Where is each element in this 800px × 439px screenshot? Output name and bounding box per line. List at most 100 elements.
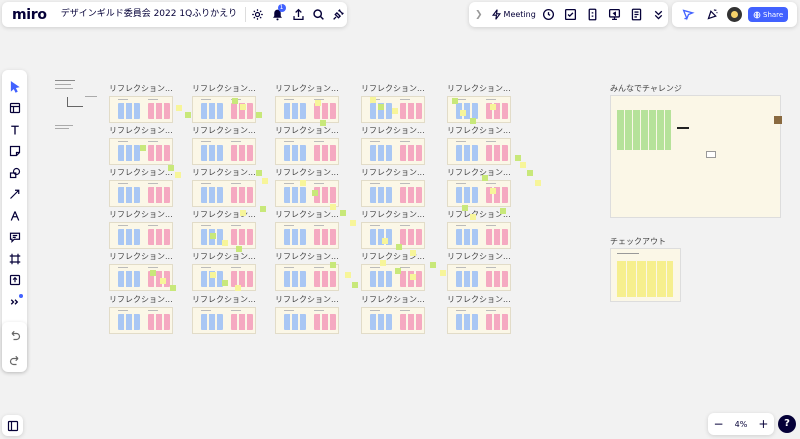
sticky-note[interactable] bbox=[315, 100, 321, 106]
sticky-note[interactable] bbox=[222, 240, 228, 246]
zoom-out-button[interactable]: − bbox=[714, 417, 724, 431]
bell-icon[interactable]: 1 bbox=[269, 4, 286, 25]
user-avatar[interactable] bbox=[727, 7, 742, 22]
text-tool-icon[interactable] bbox=[4, 119, 25, 140]
board-title[interactable]: デザインギルド委員会 2022 1Qふりかえり bbox=[61, 7, 247, 22]
sticky-note[interactable] bbox=[140, 145, 146, 151]
reflection-frame[interactable] bbox=[361, 180, 425, 207]
sticky-note[interactable] bbox=[490, 104, 496, 110]
reflection-frame[interactable] bbox=[361, 222, 425, 249]
reflection-frame[interactable] bbox=[109, 96, 173, 123]
sticky-note[interactable] bbox=[395, 268, 401, 274]
gear-icon[interactable] bbox=[249, 4, 266, 25]
upload-icon[interactable] bbox=[4, 270, 25, 291]
chevron-down-double-icon[interactable] bbox=[650, 4, 668, 25]
pen-icon[interactable] bbox=[4, 205, 25, 226]
sticky-note[interactable] bbox=[210, 233, 216, 239]
reflection-frame-title[interactable]: リフレクション... bbox=[447, 125, 511, 136]
chevron-right-icon[interactable]: ❯ bbox=[475, 10, 483, 20]
reflection-frame-title[interactable]: リフレクション... bbox=[192, 251, 256, 262]
reflection-frame-title[interactable]: リフレクション... bbox=[361, 294, 425, 305]
reflection-frame[interactable] bbox=[192, 96, 256, 123]
sticky-note[interactable] bbox=[490, 188, 496, 194]
meeting-button[interactable]: Meeting bbox=[491, 9, 536, 20]
card-icon[interactable] bbox=[584, 4, 602, 25]
sticky-note[interactable] bbox=[396, 244, 402, 250]
reflection-frame-title[interactable]: リフレクション... bbox=[192, 83, 256, 94]
reflection-frame[interactable] bbox=[447, 307, 511, 334]
challenge-frame-title[interactable]: みんなでチャレンジ bbox=[610, 83, 682, 94]
sticky-note[interactable] bbox=[232, 98, 238, 104]
reflection-frame-title[interactable]: リフレクション... bbox=[361, 83, 425, 94]
templates-icon[interactable] bbox=[4, 98, 25, 119]
sticky-note[interactable] bbox=[150, 270, 156, 276]
board-panel-toggle[interactable] bbox=[2, 415, 23, 436]
sticky-note[interactable] bbox=[256, 112, 262, 118]
sticky-note[interactable] bbox=[520, 162, 526, 168]
sticky-note[interactable] bbox=[210, 272, 216, 278]
reflection-frame-title[interactable]: リフレクション... bbox=[275, 294, 339, 305]
reflection-frame-title[interactable]: リフレクション... bbox=[192, 209, 256, 220]
reflection-frame[interactable] bbox=[192, 138, 256, 165]
reflection-frame[interactable] bbox=[447, 180, 511, 207]
reflection-frame-title[interactable]: リフレクション... bbox=[109, 83, 173, 94]
reflection-frame[interactable] bbox=[361, 138, 425, 165]
sticky-note-icon[interactable] bbox=[4, 141, 25, 162]
undo-icon[interactable] bbox=[9, 329, 21, 341]
reflection-frame[interactable] bbox=[109, 222, 173, 249]
redo-icon[interactable] bbox=[9, 354, 21, 366]
sticky-note[interactable] bbox=[262, 178, 268, 184]
reflection-frame-title[interactable]: リフレクション... bbox=[192, 167, 256, 178]
sticky-note[interactable] bbox=[345, 272, 351, 278]
sticky-note[interactable] bbox=[430, 262, 436, 268]
sticky-note[interactable] bbox=[378, 104, 384, 110]
reflection-frame-title[interactable]: リフレクション... bbox=[275, 125, 339, 136]
presentation-icon[interactable] bbox=[606, 4, 624, 25]
reflection-frame-title[interactable]: リフレクション... bbox=[361, 209, 425, 220]
sticky-note[interactable] bbox=[352, 282, 358, 288]
sticky-note[interactable] bbox=[175, 172, 181, 178]
reflection-frame-title[interactable]: リフレクション... bbox=[447, 83, 511, 94]
reflection-frame[interactable] bbox=[361, 307, 425, 334]
sticky-note[interactable] bbox=[240, 104, 246, 110]
reflection-frame[interactable] bbox=[447, 264, 511, 291]
sticky-note[interactable] bbox=[382, 238, 388, 244]
sticky-note[interactable] bbox=[240, 210, 246, 216]
reflection-frame-title[interactable]: リフレクション... bbox=[109, 251, 173, 262]
checkout-frame-title[interactable]: チェックアウト bbox=[610, 236, 666, 247]
reflection-frame-title[interactable]: リフレクション... bbox=[447, 251, 511, 262]
voting-icon[interactable] bbox=[562, 4, 580, 25]
frame-icon[interactable] bbox=[4, 248, 25, 269]
reflection-frame[interactable] bbox=[275, 222, 339, 249]
more-tools-icon[interactable] bbox=[4, 291, 25, 312]
reflection-frame-title[interactable]: リフレクション... bbox=[361, 125, 425, 136]
reflection-frame-title[interactable]: リフレクション... bbox=[275, 167, 339, 178]
reflection-frame-title[interactable]: リフレクション... bbox=[192, 294, 256, 305]
sticky-note[interactable] bbox=[460, 110, 466, 116]
reflection-frame[interactable] bbox=[275, 138, 339, 165]
sticky-note[interactable] bbox=[380, 260, 386, 266]
sticky-note[interactable] bbox=[222, 280, 228, 286]
help-button[interactable]: ? bbox=[778, 415, 796, 433]
reflection-frame-title[interactable]: リフレクション... bbox=[275, 209, 339, 220]
reflection-frame[interactable] bbox=[275, 307, 339, 334]
sticky-note[interactable] bbox=[185, 112, 191, 118]
comment-icon[interactable] bbox=[4, 227, 25, 248]
checkout-frame[interactable] bbox=[610, 248, 681, 302]
reflection-frame[interactable] bbox=[192, 180, 256, 207]
sticky-note[interactable] bbox=[260, 206, 266, 212]
reflection-frame-title[interactable]: リフレクション... bbox=[275, 251, 339, 262]
sticky-note[interactable] bbox=[370, 97, 376, 103]
reflection-frame-title[interactable]: リフレクション... bbox=[109, 167, 173, 178]
reflection-frame-title[interactable]: リフレクション... bbox=[109, 294, 173, 305]
sticky-note[interactable] bbox=[462, 205, 468, 211]
sticky-note[interactable] bbox=[500, 208, 506, 214]
sticky-note[interactable] bbox=[235, 285, 241, 291]
search-icon[interactable] bbox=[310, 4, 327, 25]
sticky-note[interactable] bbox=[410, 250, 416, 256]
sticky-note[interactable] bbox=[256, 170, 262, 176]
sticky-note[interactable] bbox=[470, 118, 476, 124]
sticky-note[interactable] bbox=[168, 165, 174, 171]
sticky-note[interactable] bbox=[340, 210, 346, 216]
sticky-note[interactable] bbox=[452, 98, 458, 104]
